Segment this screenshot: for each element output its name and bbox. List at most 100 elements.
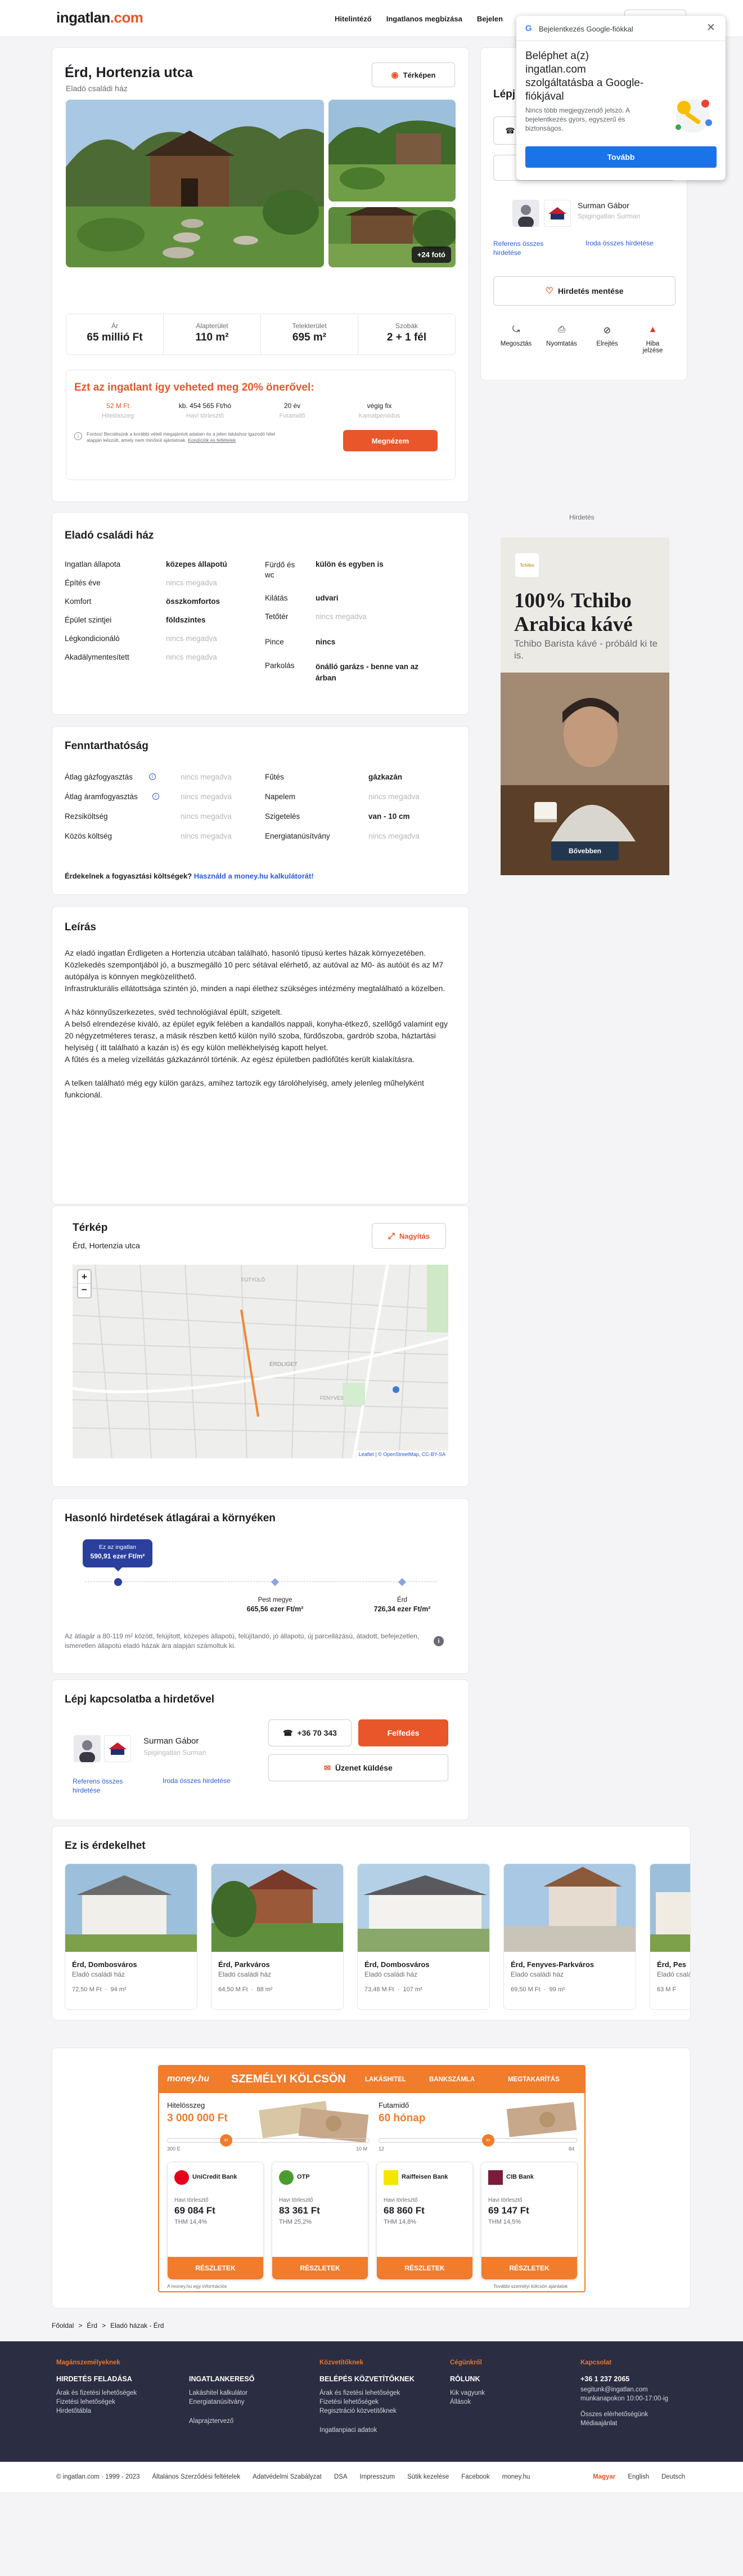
breadcrumb-houses[interactable]: Eladó házak - Érd (110, 2322, 164, 2329)
phone-number: +36 70 343 (297, 1728, 337, 1737)
nav-ingatlanos[interactable]: Ingatlanos megbízása (386, 15, 462, 23)
send-message-button[interactable]: ✉ Üzenet küldése (268, 1754, 448, 1781)
footer-bottom-link[interactable]: Sütik kezelése (407, 2474, 449, 2480)
calc-link[interactable]: Használd a money.hu kalkulátorát! (194, 872, 314, 880)
lang-english[interactable]: English (628, 2474, 649, 2480)
lang-hungarian[interactable]: Magyar (593, 2474, 615, 2480)
footer-link[interactable]: Kik vagyunk (450, 2390, 485, 2396)
footer-link[interactable]: Állások (450, 2399, 471, 2405)
detail-value: összkomfortos (166, 597, 220, 606)
recommendation-card[interactable]: Érd, Pes Eladó családi ház 63 M F (650, 1863, 690, 2010)
office-all-listings-link[interactable]: Iroda összes hirdetése (163, 1777, 231, 1785)
bank-details-button[interactable]: RÉSZLETEK (168, 2257, 263, 2279)
lang-german[interactable]: Deutsch (661, 2474, 685, 2480)
office-all-listings-link[interactable]: Iroda összes hirdetése (586, 239, 654, 247)
footer-link[interactable]: Összes elérhetőségünk (580, 2411, 648, 2418)
reveal-phone-button[interactable]: Felfedés (358, 1719, 448, 1746)
breadcrumb-home[interactable]: Főoldal (52, 2322, 74, 2329)
recommendation-card[interactable]: Érd, Dombosváros Eladó családi ház 72,50… (65, 1863, 197, 2010)
footer-link[interactable]: Hirdetőtábla (56, 2408, 91, 2414)
tchibo-ad[interactable]: Tchibo 100% Tchibo Arabica kávé Tchibo B… (501, 537, 669, 875)
footer-hours: munkanapokon 10:00-17:00-ig (580, 2395, 669, 2402)
ad-more-button[interactable]: Bővebben (551, 841, 619, 861)
main-photo[interactable] (66, 100, 324, 267)
recommendation-card[interactable]: Érd, Fenyves-Parkváros Eladó családi ház… (503, 1863, 636, 2010)
google-continue-button[interactable]: Tovább (525, 146, 717, 168)
amount-slider-handle[interactable]: ‹› (220, 2134, 232, 2147)
footer-bottom-link[interactable]: Általános Szerződési feltételek (152, 2474, 240, 2480)
map-zoom-button[interactable]: ⤢ Nagyítás (372, 1223, 446, 1249)
recommendation-card[interactable]: Érd, Parkváros Eladó családi ház 64,50 M… (211, 1863, 344, 2010)
ref-all-listings-link[interactable]: Referens összes hirdetése (493, 239, 555, 257)
map-view[interactable]: FÜTYÜLŐ ÉRDLIGET FENYVES + − Leaflet | ©… (73, 1265, 448, 1458)
money-tab-savings[interactable]: MEGTAKARÍTÁS (508, 2076, 560, 2083)
recommendation-card[interactable]: Érd, Dombosváros Eladó családi ház 73,48… (357, 1863, 490, 2010)
desc-paragraph: A belső elrendezése kiváló, az épület eg… (65, 1019, 448, 1052)
amount-slider[interactable] (167, 2138, 370, 2143)
nav-hitelintezo[interactable]: Hitelintéző (335, 15, 372, 23)
map-attribution[interactable]: Leaflet | © OpenStreetMap, CC-BY-SA (355, 1450, 448, 1458)
footer-link[interactable]: Energiatanúsítvány (189, 2399, 244, 2405)
nav-bejelentes[interactable]: Bejelen (477, 15, 503, 23)
report-action[interactable]: ▲ Hiba jelzése (630, 325, 676, 354)
footer-link[interactable]: Árak és fizetési lehetőségek (56, 2390, 137, 2396)
footer-phone[interactable]: +36 1 237 2065 (580, 2375, 629, 2383)
footer-email[interactable]: segitunk@ingatlan.com (580, 2386, 648, 2393)
hide-action[interactable]: ⊘ Elrejtés (584, 325, 630, 354)
info-icon[interactable]: i (152, 793, 159, 800)
google-close-icon[interactable]: ✕ (706, 21, 715, 34)
money-widget-title[interactable]: SZEMÉLYI KÖLCSÖN (231, 2073, 346, 2086)
map-label-futyulo: FÜTYÜLŐ (241, 1277, 265, 1283)
zoom-out-icon[interactable]: − (78, 1284, 91, 1297)
term-slider[interactable] (379, 2138, 578, 2143)
footer-bottom-link[interactable]: Impresszum (360, 2474, 395, 2480)
footer-link[interactable]: Fizetési lehetőségek (319, 2399, 379, 2405)
stat-rooms: Szobák 2 + 1 fél (358, 314, 455, 355)
money-footnote-right[interactable]: További személyi kölcsön ajánlatok (493, 2283, 568, 2289)
photo-count-badge[interactable]: +24 fotó (411, 247, 451, 263)
loan-note-link[interactable]: Kondíciók és feltételek (188, 437, 236, 443)
footer-col-title[interactable]: HIRDETÉS FELADÁSA (56, 2375, 132, 2383)
breadcrumb-erd[interactable]: Érd (87, 2322, 97, 2329)
footer-link[interactable]: Ingatlanpiaci adatok (319, 2427, 377, 2434)
similar-prices-note: Az átlagár a 80-119 m² között, felújítot… (65, 1632, 420, 1650)
footer-bottom-link[interactable]: Adatvédelmi Szabályzat (253, 2474, 322, 2480)
money-tab-account[interactable]: BANKSZÁMLA (429, 2076, 475, 2083)
share-action[interactable]: ⤿ Megosztás (493, 325, 539, 354)
zoom-in-icon[interactable]: + (78, 1270, 91, 1284)
phone-number-field[interactable]: ☎ +36 70 343 (268, 1719, 352, 1746)
bank-details-button[interactable]: RÉSZLETEK (481, 2257, 577, 2279)
footer-link[interactable]: Lakáshitel kalkulátor (189, 2390, 247, 2396)
footer-col-title[interactable]: BELÉPÉS KÖZVETÍTŐKNEK (319, 2375, 415, 2383)
detail-label: Pince (265, 638, 284, 646)
save-listing-button[interactable]: ♡ Hirdetés mentése (493, 276, 676, 306)
footer-link[interactable]: Fizetési lehetőségek (56, 2399, 115, 2405)
bank-details-button[interactable]: RÉSZLETEK (377, 2257, 472, 2279)
footer-bottom-link[interactable]: money.hu (502, 2474, 530, 2480)
bank-details-button[interactable]: RÉSZLETEK (272, 2257, 368, 2279)
logo[interactable]: ingatlan.com (56, 9, 143, 26)
info-icon[interactable]: i (434, 1636, 444, 1646)
map-button[interactable]: ◉ Térképen (372, 62, 455, 87)
footer-link[interactable]: Alaprajztervező (189, 2418, 233, 2425)
loan-cta-button[interactable]: Megnézem (343, 430, 438, 451)
footer-bottom-link[interactable]: Facebook (461, 2474, 490, 2480)
footer-bottom-link[interactable]: DSA (334, 2474, 348, 2480)
info-icon[interactable]: i (149, 773, 156, 780)
footer-link[interactable]: Médiaajánlat (580, 2420, 617, 2427)
side-photo-top[interactable] (328, 100, 456, 201)
footer-col-title[interactable]: INGATLANKERESŐ (189, 2375, 254, 2383)
ref-all-listings-link[interactable]: Referens összes hirdetése (73, 1777, 134, 1795)
rec-price: 72,50 M Ft (72, 1986, 102, 1993)
recommendation-photo (358, 1864, 489, 1952)
footer-link[interactable]: Regisztráció közvetítőknek (319, 2408, 397, 2414)
money-tab-mortgage[interactable]: LAKÁSHITEL (365, 2076, 406, 2083)
this-property-dot (114, 1578, 122, 1586)
print-action[interactable]: ⎙ Nyomtatás (539, 325, 584, 354)
term-slider-handle[interactable]: ‹› (482, 2134, 494, 2147)
side-photo-bottom[interactable]: +24 fotó (328, 207, 456, 267)
agency-logo (104, 1735, 131, 1762)
footer-link[interactable]: Árak és fizetési lehetőségek (319, 2390, 400, 2396)
footer-col-title[interactable]: RÓLUNK (450, 2375, 480, 2383)
detail-value: közepes állapotú (166, 560, 227, 568)
